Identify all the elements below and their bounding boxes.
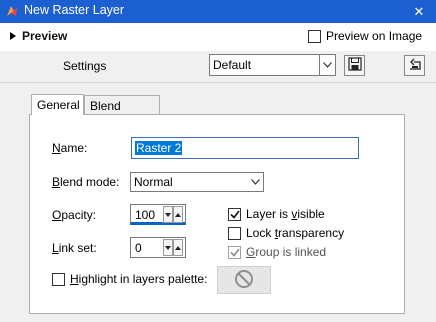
highlight-checkbox[interactable]: Highlight in layers palette: (52, 272, 207, 286)
opacity-increment-button[interactable] (173, 206, 183, 223)
settings-bar: Settings Default (0, 51, 436, 83)
layer-visible-box[interactable] (228, 207, 241, 221)
preview-on-image-label: Preview on Image (326, 29, 423, 43)
blend-mode-value: Normal (134, 175, 173, 189)
general-panel: Name: Raster 2 Blend mode: Normal Opacit… (29, 114, 405, 314)
highlight-label: Highlight in layers palette: (70, 272, 208, 286)
link-set-decrement-button[interactable] (163, 239, 173, 256)
opacity-label: Opacity: (52, 208, 97, 222)
app-icon (5, 4, 19, 18)
link-set-value[interactable]: 0 (135, 241, 142, 255)
window-title: New Raster Layer (24, 3, 125, 17)
tab-blend-ranges[interactable]: Blend Ranges (84, 95, 160, 127)
settings-label: Settings (63, 59, 107, 73)
group-linked-checkbox[interactable]: Group is linked (228, 245, 326, 259)
tab-general[interactable]: General (31, 94, 84, 115)
group-linked-label: Group is linked (246, 245, 327, 259)
name-value: Raster 2 (135, 141, 183, 155)
link-set-label: Link set: (52, 241, 97, 255)
preview-bar: Preview Preview on Image (0, 23, 436, 51)
reset-icon (408, 57, 422, 74)
link-set-increment-button[interactable] (173, 239, 183, 256)
opacity-stepper[interactable]: 100 (130, 204, 186, 225)
opacity-decrement-button[interactable] (163, 206, 173, 223)
reset-button[interactable] (404, 55, 425, 76)
expand-triangle-icon (10, 32, 16, 40)
no-color-icon (234, 269, 254, 292)
lock-transparency-box[interactable] (228, 226, 241, 240)
name-input[interactable]: Raster 2 (131, 137, 359, 159)
preset-value: Default (213, 58, 252, 72)
highlight-box[interactable] (52, 272, 65, 286)
chevron-down-icon[interactable] (247, 173, 263, 191)
highlight-color-swatch[interactable] (217, 266, 271, 294)
lock-transparency-label: Lock transparency (246, 226, 345, 240)
group-linked-box[interactable] (228, 245, 241, 259)
preview-on-image-checkbox[interactable]: Preview on Image (308, 29, 422, 43)
layer-visible-checkbox[interactable]: Layer is visible (228, 207, 325, 221)
preview-toggle[interactable]: Preview (10, 29, 67, 43)
blend-mode-label: Blend mode: (52, 175, 120, 189)
lock-transparency-checkbox[interactable]: Lock transparency (228, 226, 344, 240)
preview-label: Preview (22, 29, 68, 43)
title-bar: New Raster Layer ✕ (0, 0, 436, 23)
link-set-stepper[interactable]: 0 (130, 237, 186, 258)
close-icon: ✕ (413, 3, 425, 19)
preset-select[interactable]: Default (209, 54, 336, 76)
opacity-value[interactable]: 100 (135, 208, 155, 222)
preview-on-image-box[interactable] (308, 29, 321, 43)
chevron-down-icon[interactable] (319, 55, 335, 75)
layer-visible-label: Layer is visible (246, 207, 325, 221)
close-button[interactable]: ✕ (402, 0, 436, 23)
save-preset-button[interactable] (344, 55, 365, 76)
name-label: Name: (52, 141, 88, 155)
save-disk-icon (347, 57, 362, 74)
blend-mode-select[interactable]: Normal (130, 172, 264, 192)
